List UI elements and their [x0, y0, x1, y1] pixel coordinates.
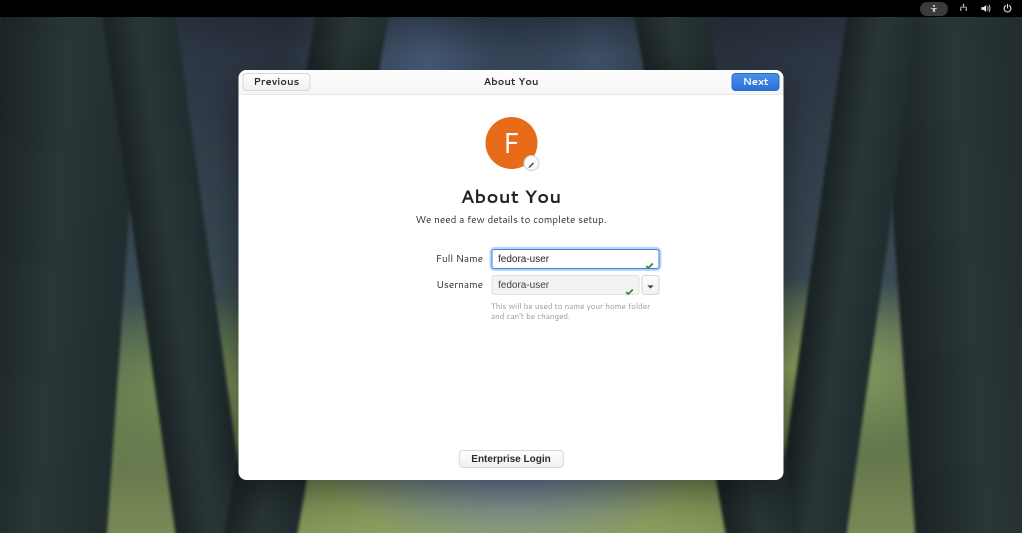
checkmark-icon	[624, 280, 634, 290]
username-label: Username	[363, 278, 483, 292]
dialog-body: F About You We need a few details to com…	[239, 95, 784, 480]
username-input-wrap	[491, 275, 639, 295]
username-dropdown-button[interactable]	[641, 275, 659, 295]
top-bar	[0, 0, 1022, 17]
network-icon[interactable]	[956, 2, 970, 16]
chevron-down-icon	[646, 274, 654, 297]
pencil-icon	[527, 152, 535, 175]
checkmark-icon	[644, 254, 654, 264]
next-button[interactable]: Next	[732, 73, 780, 91]
about-you-form: Full Name Username	[239, 249, 784, 321]
avatar-edit-button[interactable]	[523, 155, 539, 171]
dialog-header: Previous About You Next	[239, 70, 784, 95]
avatar-area: F	[485, 117, 537, 169]
accessibility-menu[interactable]	[920, 2, 948, 16]
power-icon[interactable]	[1000, 2, 1014, 16]
full-name-input-wrap	[491, 249, 659, 269]
username-input[interactable]	[491, 275, 639, 295]
full-name-input[interactable]	[491, 249, 659, 269]
volume-icon[interactable]	[978, 2, 992, 16]
setup-dialog: Previous About You Next F About You We n…	[239, 70, 784, 480]
page-subtitle: We need a few details to complete setup.	[415, 213, 606, 227]
username-row: Username	[363, 275, 659, 295]
accessibility-icon	[927, 2, 941, 16]
username-hint: This will be used to name your home fold…	[491, 301, 659, 321]
full-name-label: Full Name	[363, 252, 483, 266]
previous-button[interactable]: Previous	[243, 73, 311, 91]
dialog-title: About You	[484, 75, 539, 89]
enterprise-login-button[interactable]: Enterprise Login	[458, 450, 563, 468]
page-heading: About You	[461, 183, 562, 209]
full-name-row: Full Name	[363, 249, 659, 269]
